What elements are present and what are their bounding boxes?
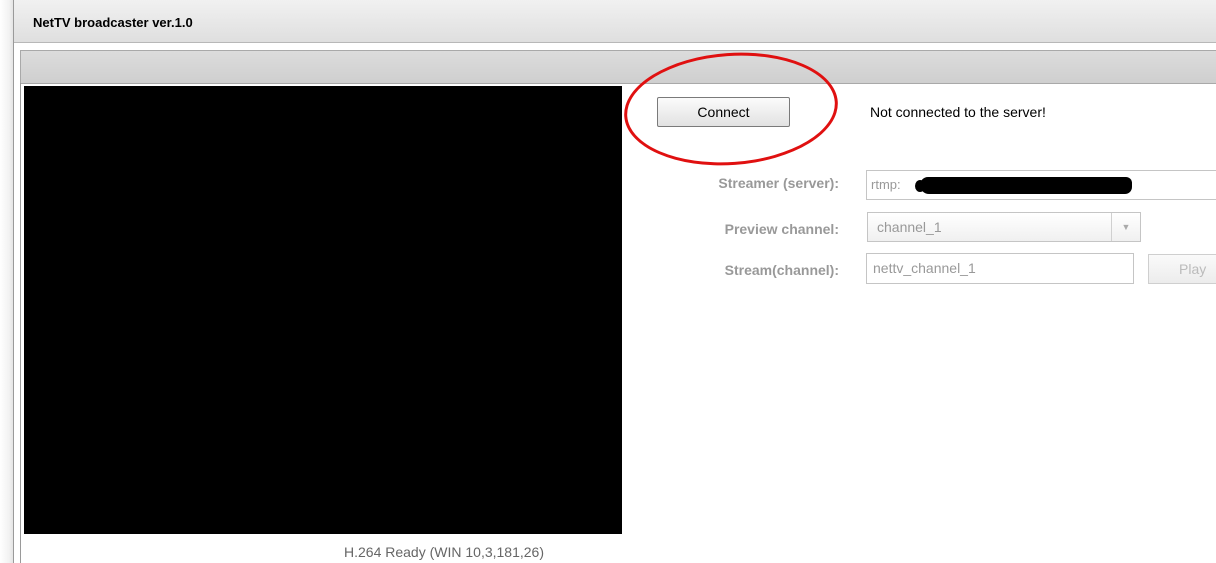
content-border: [20, 83, 21, 563]
preview-channel-select[interactable]: channel_1 ▼: [867, 212, 1141, 242]
window-shadow: [0, 0, 13, 563]
stream-channel-input[interactable]: nettv_channel_1: [866, 253, 1134, 284]
chevron-down-icon[interactable]: ▼: [1111, 213, 1140, 241]
stream-channel-value: nettv_channel_1: [873, 260, 976, 276]
play-button[interactable]: Play: [1148, 254, 1216, 284]
stream-channel-label: Stream(channel):: [724, 262, 839, 278]
server-value: rtmp:: [871, 177, 901, 192]
preview-channel-label: Preview channel:: [724, 221, 839, 237]
preview-channel-value: channel_1: [877, 219, 942, 235]
title-bar: NetTV broadcaster ver.1.0: [14, 0, 1216, 43]
server-input[interactable]: rtmp:: [866, 170, 1216, 200]
window-title: NetTV broadcaster ver.1.0: [33, 15, 193, 30]
connection-status-text: Not connected to the server!: [870, 104, 1046, 120]
toolbar: [20, 50, 1216, 84]
app-window: NetTV broadcaster ver.1.0 H.264 Ready (W…: [13, 0, 1216, 563]
redaction-mark: [920, 177, 1132, 194]
video-status-text: H.264 Ready (WIN 10,3,181,26): [344, 544, 544, 560]
server-label: Streamer (server):: [718, 175, 839, 191]
video-preview: [24, 86, 622, 534]
